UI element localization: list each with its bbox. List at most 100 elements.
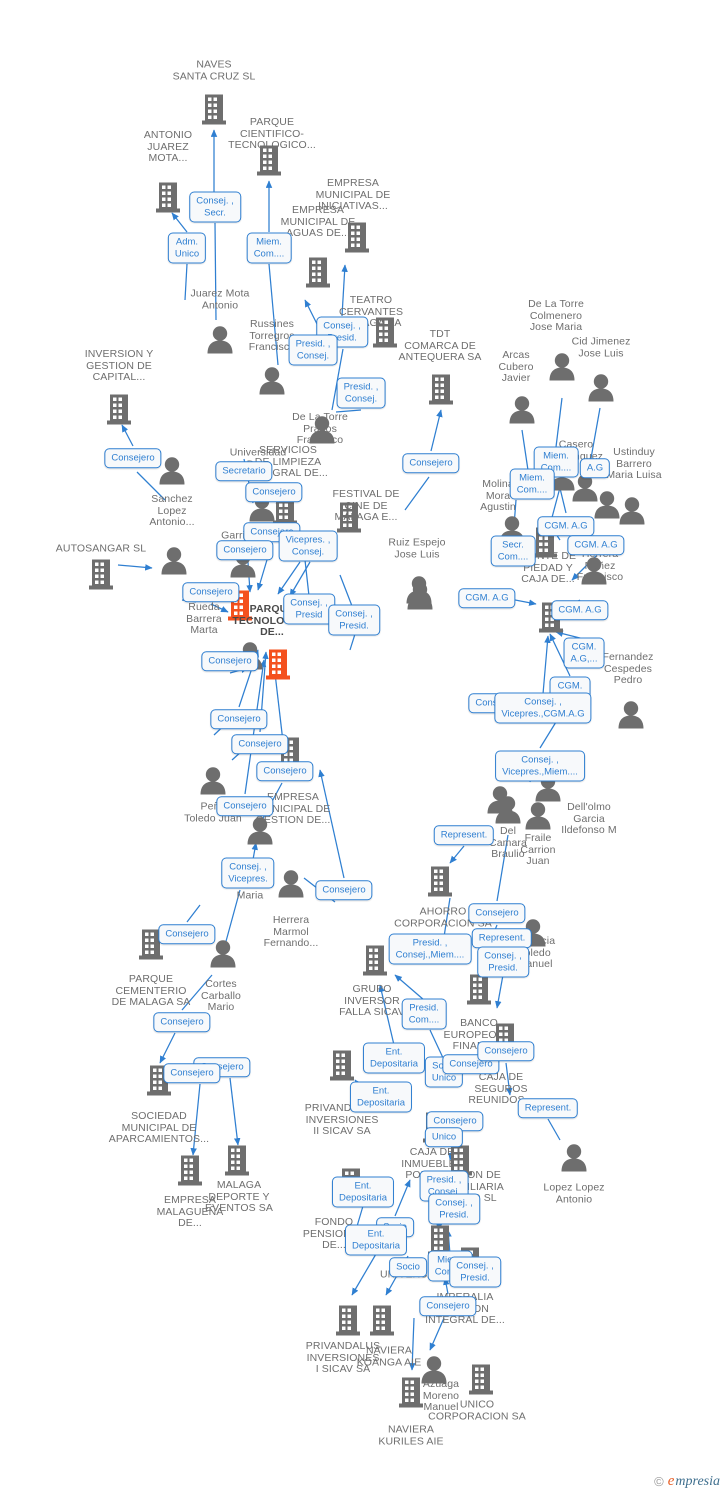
relation-label[interactable]: Consej. , Vicepres.,Miem.... [495, 750, 585, 782]
graph-edge [394, 1179, 411, 1217]
graph-node-company[interactable] [428, 374, 454, 411]
graph-node-company[interactable] [265, 649, 291, 686]
relation-label[interactable]: Consej. , Presid. [477, 946, 529, 978]
relation-label[interactable]: Consejero [210, 709, 268, 729]
relation-label[interactable]: Represent. [517, 1098, 579, 1118]
relation-label[interactable]: Vicepres. , Consej. [278, 530, 338, 562]
company-building-icon [335, 1305, 361, 1342]
relation-label[interactable]: Unico [424, 1127, 464, 1147]
graph-node-person[interactable] [159, 547, 189, 580]
relation-label[interactable]: CGM. A.G [551, 600, 609, 620]
relation-label[interactable]: Consejero [163, 1063, 221, 1083]
relation-label[interactable]: Consejero [419, 1296, 477, 1316]
relation-label[interactable]: A.G [579, 458, 611, 478]
graph-node-company[interactable] [468, 1364, 494, 1401]
graph-node-company[interactable] [329, 1050, 355, 1087]
graph-node-company[interactable] [362, 945, 388, 982]
graph-canvas[interactable]: NAVES SANTA CRUZ SL PARQUE CIENTIFICO- TE… [0, 0, 728, 1500]
relation-label[interactable]: Presid. Com.... [401, 998, 447, 1030]
node-label: ANTONIO JUAREZ MOTA... [143, 128, 193, 164]
graph-node-company[interactable] [224, 1145, 250, 1182]
relation-label[interactable]: CGM. A.G [537, 516, 595, 536]
node-label: Juarez Mota Antonio [190, 287, 250, 311]
relation-label[interactable]: Consejero [104, 448, 162, 468]
relation-label[interactable]: Represent. [471, 928, 533, 948]
relation-label[interactable]: Adm. Unico [167, 232, 207, 264]
relation-label[interactable]: CGM. A.G [458, 588, 516, 608]
graph-edge [539, 721, 557, 749]
relation-label[interactable]: Represent. [433, 825, 495, 845]
graph-node-person[interactable] [586, 374, 616, 407]
relation-label[interactable]: Presid. , Consej.,Miem.... [388, 933, 472, 965]
graph-node-person[interactable] [493, 796, 523, 829]
graph-node-company[interactable] [335, 1305, 361, 1342]
node-label: De La Torre Prados Francisco [292, 410, 348, 446]
graph-node-person[interactable] [276, 870, 306, 903]
graph-node-company[interactable] [305, 257, 331, 294]
node-label: FESTIVAL DE CINE DE MALAGA E... [332, 487, 400, 523]
relation-label[interactable]: Presid. , Consej. [336, 377, 386, 409]
graph-node-company[interactable] [466, 974, 492, 1011]
node-label: INVERSION Y GESTION DE CAPITAL... [84, 347, 154, 383]
relation-label[interactable]: Presid. , Consej. [288, 334, 338, 366]
relation-label[interactable]: Ent. Depositaria [331, 1176, 395, 1208]
relation-label[interactable]: Secr. Com.... [490, 535, 536, 567]
graph-node-person[interactable] [245, 817, 275, 850]
relation-label[interactable]: CGM. A.G [567, 535, 625, 555]
company-building-icon [329, 1050, 355, 1087]
graph-node-person[interactable] [507, 396, 537, 429]
graph-node-person[interactable] [592, 491, 622, 524]
relation-label[interactable]: CGM. A.G,... [563, 637, 605, 669]
graph-node-person[interactable] [616, 701, 646, 734]
node-label: PARQUE CIENTIFICO- TECNOLOGICO... [228, 115, 316, 151]
relation-label[interactable]: Consejero [231, 734, 289, 754]
relation-label[interactable]: Ent. Depositaria [349, 1081, 413, 1113]
graph-node-person[interactable] [257, 367, 287, 400]
relation-label[interactable]: Consejero [256, 761, 314, 781]
relation-label[interactable]: Miem. Com.... [246, 232, 292, 264]
graph-node-company[interactable] [427, 866, 453, 903]
relation-label[interactable]: Consej. , Presid. [449, 1256, 501, 1288]
graph-node-person[interactable] [198, 767, 228, 800]
relation-label[interactable]: Consej. , Presid. [328, 604, 380, 636]
graph-node-person[interactable] [157, 457, 187, 490]
relation-label[interactable]: Consejero [153, 1012, 211, 1032]
graph-node-company[interactable] [88, 559, 114, 596]
relation-label[interactable]: Consejero [216, 796, 274, 816]
graph-node-person[interactable] [559, 1144, 589, 1177]
node-label: NAVIERA KURILES AIE [378, 1423, 444, 1447]
graph-node-person[interactable] [405, 582, 435, 615]
node-label: NAVES SANTA CRUZ SL [172, 58, 256, 82]
relation-label[interactable]: Consejero [216, 540, 274, 560]
relation-label[interactable]: Consejero [468, 903, 526, 923]
graph-edge [339, 574, 353, 607]
relation-label[interactable]: Miem. Com.... [509, 468, 555, 500]
relation-label[interactable]: Ent. Depositaria [344, 1224, 408, 1256]
relation-label[interactable]: Consej. , Vicepres. [221, 857, 275, 889]
person-icon [616, 701, 646, 734]
relation-label[interactable]: Consejero [477, 1041, 535, 1061]
graph-edge [430, 409, 443, 452]
copyright-symbol: © [654, 1474, 664, 1489]
relation-label[interactable]: Consejero [402, 453, 460, 473]
relation-label[interactable]: Consejero [245, 482, 303, 502]
graph-node-company[interactable] [106, 394, 132, 431]
relation-label[interactable]: Consej. , Vicepres.,CGM.A.G [494, 692, 592, 724]
relation-label[interactable]: Consejero [315, 880, 373, 900]
focus-company-icon [265, 649, 291, 686]
relation-label[interactable]: Consejero [182, 582, 240, 602]
graph-edge [289, 561, 311, 597]
relation-label[interactable]: Socio [389, 1257, 427, 1277]
graph-node-company[interactable] [369, 1305, 395, 1342]
relation-label[interactable]: Ent. Depositaria [362, 1042, 426, 1074]
relation-label[interactable]: Consej. , Secr. [189, 191, 241, 223]
relation-label[interactable]: Consej. , Presid. [428, 1193, 480, 1225]
relation-label[interactable]: Consejero [158, 924, 216, 944]
graph-node-person[interactable] [208, 940, 238, 973]
relation-label[interactable]: Secretario [215, 461, 273, 481]
graph-node-company[interactable] [155, 182, 181, 219]
company-building-icon [362, 945, 388, 982]
relation-label[interactable]: Consejero [201, 651, 259, 671]
relation-label[interactable]: Consej. , Presid [283, 593, 335, 625]
person-icon [208, 940, 238, 973]
